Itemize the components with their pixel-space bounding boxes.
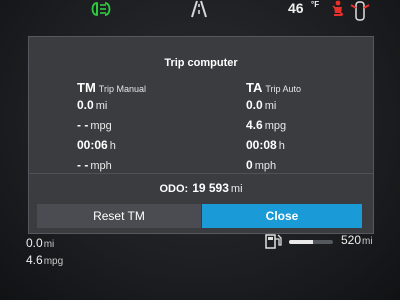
trip-manual-distance: 0.0 mi bbox=[77, 95, 146, 115]
odometer-label: ODO: bbox=[159, 183, 189, 195]
trip-auto-speed-unit: mph bbox=[254, 160, 277, 172]
trip-manual-code: TM bbox=[77, 80, 96, 95]
fuel-level-fill bbox=[289, 240, 314, 244]
status-bar: 46 °F bbox=[0, 0, 400, 22]
trip-auto-speed-value: 0 bbox=[246, 158, 253, 172]
trip-auto-distance-value: 0.0 bbox=[246, 98, 263, 112]
trip-auto-time: 00:08 h bbox=[246, 135, 301, 155]
trip-auto-economy: 4.6 mpg bbox=[246, 115, 301, 135]
trip-manual-distance-value: 0.0 bbox=[77, 98, 94, 112]
door-open-icon bbox=[350, 1, 370, 21]
outside-temperature: 46 bbox=[288, 0, 304, 16]
fuel-level-bar bbox=[289, 240, 333, 244]
reset-trip-manual-button[interactable]: Reset TM bbox=[37, 204, 201, 228]
close-button[interactable]: Close bbox=[202, 204, 362, 228]
current-distance: 0.0mi bbox=[26, 234, 63, 251]
trip-auto-economy-unit: mpg bbox=[264, 120, 287, 132]
trip-manual-economy: - - mpg bbox=[77, 115, 146, 135]
current-economy: 4.6mpg bbox=[26, 251, 63, 268]
trip-manual-speed-unit: mph bbox=[90, 160, 112, 172]
odometer-divider bbox=[29, 173, 373, 174]
current-distance-value: 0.0 bbox=[26, 236, 43, 250]
trip-manual-column: TM Trip Manual 0.0 mi - - mpg 00:06 h - - mph bbox=[77, 79, 146, 175]
current-economy-value: 4.6 bbox=[26, 253, 43, 267]
trip-manual-time-unit: h bbox=[109, 140, 116, 152]
odometer: ODO: 19 593 mi bbox=[29, 179, 373, 197]
trip-auto-distance-unit: mi bbox=[264, 100, 277, 112]
range-value: 520 bbox=[341, 233, 362, 247]
trip-auto-time-unit: h bbox=[278, 140, 285, 152]
trip-auto-time-value: 00:08 bbox=[246, 138, 277, 152]
trip-manual-economy-unit: mpg bbox=[90, 120, 112, 132]
dialog-title: Trip computer bbox=[164, 57, 238, 69]
trip-manual-time: 00:06 h bbox=[77, 135, 146, 155]
current-distance-unit: mi bbox=[43, 239, 55, 250]
trip-computer-dialog: Trip computer TM Trip Manual 0.0 mi - - mpg… bbox=[28, 36, 374, 234]
trip-manual-header: TM Trip Manual bbox=[77, 79, 146, 95]
trip-auto-economy-value: 4.6 bbox=[246, 118, 263, 132]
trip-manual-economy-value: - - bbox=[77, 118, 89, 132]
instrument-display: 46 °F Trip computer TM Trip Manual 0.0 mi … bbox=[0, 0, 400, 300]
trip-manual-time-value: 00:06 bbox=[77, 138, 108, 152]
current-trip-readout: 0.0mi 4.6mpg bbox=[26, 234, 63, 268]
range-unit: mi bbox=[362, 236, 373, 247]
trip-auto-column: TA Trip Auto 0.0 mi 4.6 mpg 00:08 h 0 mph bbox=[246, 79, 301, 175]
current-economy-unit: mpg bbox=[43, 256, 64, 267]
fuel-range: 520mi bbox=[265, 232, 385, 250]
odometer-unit: mi bbox=[230, 183, 243, 195]
range-readout: 520mi bbox=[341, 233, 373, 247]
headlight-indicator-icon bbox=[91, 2, 111, 16]
odometer-value: 19 593 bbox=[192, 181, 229, 195]
fuel-pump-icon bbox=[265, 234, 282, 249]
lane-assist-icon bbox=[191, 0, 207, 18]
trip-manual-distance-unit: mi bbox=[95, 100, 108, 112]
trip-manual-speed-value: - - bbox=[77, 158, 89, 172]
temperature-unit: °F bbox=[311, 0, 320, 9]
trip-auto-code: TA bbox=[246, 80, 263, 95]
trip-auto-header: TA Trip Auto bbox=[246, 79, 301, 95]
trip-manual-name: Trip Manual bbox=[98, 84, 146, 94]
seatbelt-warning-icon bbox=[332, 0, 344, 16]
trip-auto-name: Trip Auto bbox=[265, 84, 302, 94]
trip-auto-distance: 0.0 mi bbox=[246, 95, 301, 115]
trip-auto-speed: 0 mph bbox=[246, 155, 301, 175]
trip-manual-speed: - - mph bbox=[77, 155, 146, 175]
